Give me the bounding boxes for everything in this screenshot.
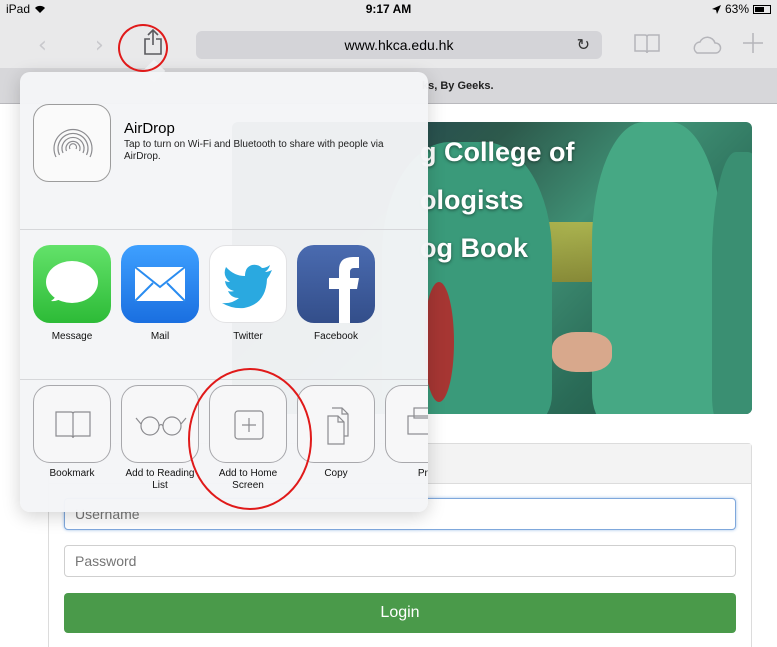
action-bookmark[interactable]: Bookmark	[33, 385, 111, 480]
action-label: Pri	[417, 468, 428, 479]
airdrop-description: Tap to turn on Wi-Fi and Bluetooth to sh…	[124, 139, 384, 162]
share-app-label: Facebook	[314, 331, 358, 342]
battery-percent: 63%	[724, 2, 749, 16]
browser-toolbar: ‹ › www.hkca.edu.hk ↻	[0, 20, 777, 68]
share-app-facebook[interactable]: Facebook	[297, 245, 375, 342]
share-app-label: Twitter	[233, 331, 263, 342]
hero-surgeon-right	[592, 122, 722, 414]
location-arrow-icon	[711, 4, 721, 14]
airdrop-icon[interactable]	[33, 104, 111, 182]
share-apps-row: Message Mail Twitter Facebook	[20, 230, 428, 380]
hero-title-line-2: ologists	[420, 185, 524, 215]
battery-icon	[753, 4, 771, 14]
login-button[interactable]: Login	[64, 593, 736, 633]
message-icon[interactable]	[33, 245, 111, 323]
icloud-tabs-icon[interactable]	[690, 36, 722, 54]
forward-arrow-icon[interactable]: ›	[95, 33, 104, 58]
reload-icon[interactable]: ↻	[577, 35, 590, 54]
airdrop-title: AirDrop	[124, 120, 175, 137]
back-arrow-icon[interactable]: ‹	[38, 33, 47, 58]
facebook-icon[interactable]	[297, 245, 375, 323]
hero-title-line-1: g College of	[420, 137, 575, 167]
password-input[interactable]	[64, 545, 736, 577]
annotation-circle-share	[118, 24, 168, 72]
status-bar: iPad 9:17 AM 63%	[0, 0, 777, 20]
share-app-mail[interactable]: Mail	[121, 245, 199, 342]
share-app-message[interactable]: Message	[33, 245, 111, 342]
new-tab-plus-icon[interactable]	[742, 32, 764, 54]
url-text: www.hkca.edu.hk	[344, 37, 454, 53]
share-app-twitter[interactable]: Twitter	[209, 245, 287, 342]
tab-title[interactable]: ks, By Geeks.	[422, 80, 494, 92]
action-print[interactable]: Pri	[385, 385, 428, 480]
bookmark-book-icon[interactable]	[33, 385, 111, 463]
share-app-label: Message	[51, 331, 93, 342]
address-bar[interactable]: www.hkca.edu.hk ↻	[196, 31, 602, 59]
status-right: 63%	[711, 2, 771, 16]
print-icon[interactable]	[385, 385, 428, 463]
action-label: Copy	[324, 468, 348, 479]
clock: 9:17 AM	[365, 2, 412, 16]
college-seal	[424, 282, 454, 402]
bookmarks-book-icon[interactable]	[634, 34, 660, 54]
mail-icon[interactable]	[121, 245, 199, 323]
reading-glasses-icon[interactable]	[121, 385, 199, 463]
action-label: Add to Reading List	[125, 468, 195, 491]
airdrop-section[interactable]: AirDrop Tap to turn on Wi-Fi and Bluetoo…	[20, 72, 428, 230]
annotation-circle-add-to-home	[188, 368, 312, 510]
twitter-bird-icon[interactable]	[209, 245, 287, 323]
hero-surgeon-edge	[712, 152, 752, 414]
share-app-label: Mail	[150, 331, 170, 342]
action-label: Bookmark	[49, 468, 95, 479]
hero-hand	[552, 332, 612, 372]
hero-title-line-3: og Book	[420, 233, 528, 263]
